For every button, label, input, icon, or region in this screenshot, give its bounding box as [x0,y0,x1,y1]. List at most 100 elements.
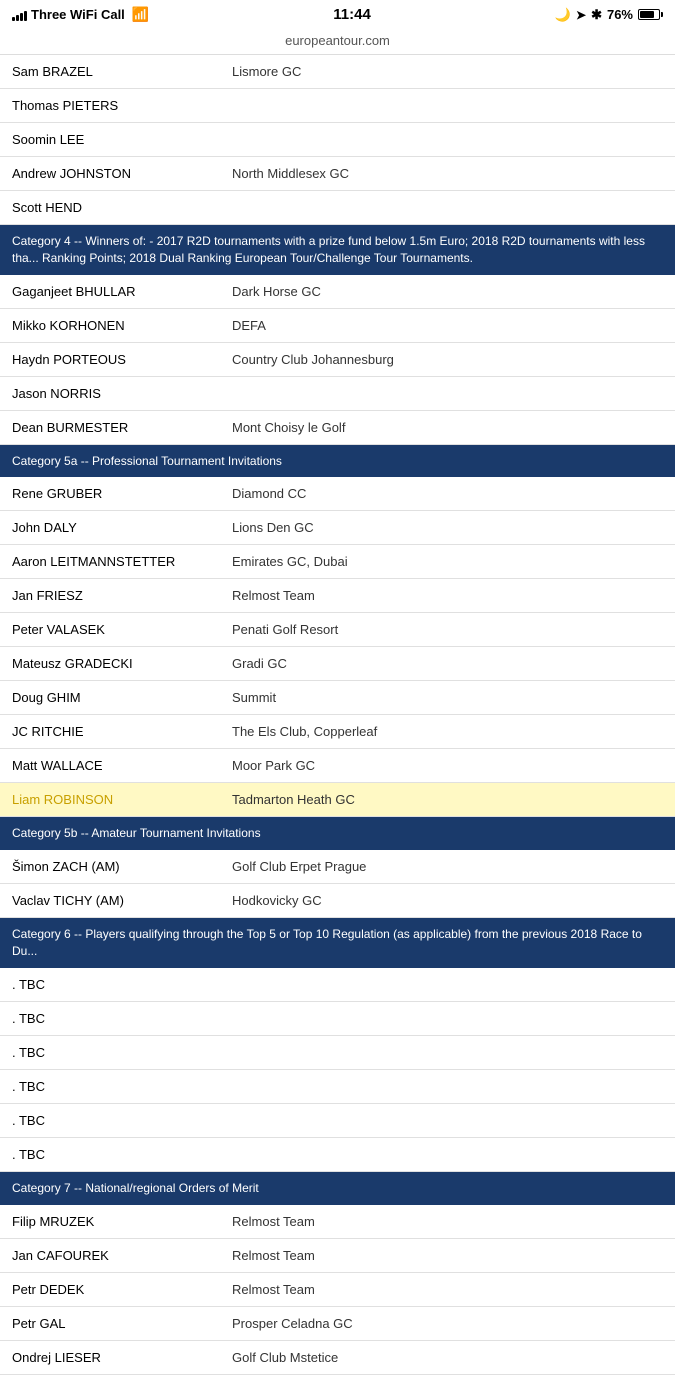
player-name: JC RITCHIE [12,724,232,739]
wifi-icon: 📶 [132,6,149,23]
player-name: Vaclav TICHY (AM) [12,893,232,908]
player-name: John DALY [12,520,232,535]
player-name: Andrew JOHNSTON [12,166,232,181]
table-row: Rene GRUBER Diamond CC [0,477,675,511]
table-row: Filip MRUZEK Relmost Team [0,1205,675,1239]
table-row-highlighted: Liam ROBINSON Tadmarton Heath GC [0,783,675,817]
tbc-row: . TBC [0,1036,675,1070]
player-club: Golf Club Mstetice [232,1350,663,1365]
player-name: Haydn PORTEOUS [12,352,232,367]
table-row: Mateusz GRADECKI Gradi GC [0,647,675,681]
moon-icon: 🌙 [555,7,571,23]
player-club: Prosper Celadna GC [232,1316,663,1331]
tbc-label: . TBC [12,1045,232,1060]
tbc-label: . TBC [12,1113,232,1128]
tbc-label: . TBC [12,977,232,992]
table-row: Jan CAFOUREK Relmost Team [0,1239,675,1273]
battery-percent: 76% [607,7,633,22]
player-club: Relmost Team [232,1282,663,1297]
player-club: Country Club Johannesburg [232,352,663,367]
status-right: 🌙 ➤ ✱ 76% [555,7,663,23]
category-header-4: Category 4 -- Winners of: - 2017 R2D tou… [0,225,675,275]
player-table: Sam BRAZEL Lismore GC Thomas PIETERS Soo… [0,55,675,1375]
player-name: Mateusz GRADECKI [12,656,232,671]
player-name: Thomas PIETERS [12,98,232,113]
table-row: Soomin LEE [0,123,675,157]
table-row: John DALY Lions Den GC [0,511,675,545]
player-name: Jan CAFOUREK [12,1248,232,1263]
url-bar[interactable]: europeantour.com [0,29,675,55]
table-row: Sam BRAZEL Lismore GC [0,55,675,89]
player-club: Penati Golf Resort [232,622,663,637]
table-row: JC RITCHIE The Els Club, Copperleaf [0,715,675,749]
player-name[interactable]: Liam ROBINSON [12,792,232,807]
player-club: Relmost Team [232,588,663,603]
location-icon: ➤ [576,8,586,22]
table-row: Doug GHIM Summit [0,681,675,715]
bluetooth-icon: ✱ [591,7,602,23]
player-name: Gaganjeet BHULLAR [12,284,232,299]
player-name: Mikko KORHONEN [12,318,232,333]
player-club: Moor Park GC [232,758,663,773]
table-row: Aaron LEITMANNSTETTER Emirates GC, Dubai [0,545,675,579]
tbc-label: . TBC [12,1011,232,1026]
player-club: Gradi GC [232,656,663,671]
player-name: Petr GAL [12,1316,232,1331]
tbc-row: . TBC [0,1070,675,1104]
table-row: Thomas PIETERS [0,89,675,123]
player-club: Diamond CC [232,486,663,501]
status-left: Three WiFi Call 📶 [12,6,149,23]
player-club: DEFA [232,318,663,333]
status-bar: Three WiFi Call 📶 11:44 🌙 ➤ ✱ 76% [0,0,675,29]
player-name: Ondrej LIESER [12,1350,232,1365]
player-club: Lismore GC [232,64,663,79]
table-row: Jan FRIESZ Relmost Team [0,579,675,613]
player-club: Golf Club Erpet Prague [232,859,663,874]
table-row: Dean BURMESTER Mont Choisy le Golf [0,411,675,445]
player-name: Šimon ZACH (AM) [12,859,232,874]
player-name: Aaron LEITMANNSTETTER [12,554,232,569]
player-name: Dean BURMESTER [12,420,232,435]
player-club: Relmost Team [232,1248,663,1263]
player-club: The Els Club, Copperleaf [232,724,663,739]
carrier-label: Three WiFi Call [31,7,125,22]
player-club: Tadmarton Heath GC [232,792,663,807]
tbc-label: . TBC [12,1079,232,1094]
tbc-row: . TBC [0,968,675,1002]
player-club: Emirates GC, Dubai [232,554,663,569]
table-row: Andrew JOHNSTON North Middlesex GC [0,157,675,191]
player-club: Summit [232,690,663,705]
player-name: Doug GHIM [12,690,232,705]
signal-icon [12,9,27,21]
player-name: Filip MRUZEK [12,1214,232,1229]
table-row: Matt WALLACE Moor Park GC [0,749,675,783]
tbc-row: . TBC [0,1138,675,1172]
player-name: Rene GRUBER [12,486,232,501]
table-row: Peter VALASEK Penati Golf Resort [0,613,675,647]
table-row: Petr DEDEK Relmost Team [0,1273,675,1307]
table-row: Jason NORRIS [0,377,675,411]
category-header-6: Category 6 -- Players qualifying through… [0,918,675,968]
table-row: Petr GAL Prosper Celadna GC [0,1307,675,1341]
category-header-5b: Category 5b -- Amateur Tournament Invita… [0,817,675,850]
player-name: Petr DEDEK [12,1282,232,1297]
player-club: Relmost Team [232,1214,663,1229]
player-name: Matt WALLACE [12,758,232,773]
table-row: Šimon ZACH (AM) Golf Club Erpet Prague [0,850,675,884]
table-row: Gaganjeet BHULLAR Dark Horse GC [0,275,675,309]
table-row: Vaclav TICHY (AM) Hodkovicky GC [0,884,675,918]
player-club: Dark Horse GC [232,284,663,299]
player-name: Scott HEND [12,200,232,215]
player-name: Sam BRAZEL [12,64,232,79]
player-club: Lions Den GC [232,520,663,535]
tbc-label: . TBC [12,1147,232,1162]
table-row: Ondrej LIESER Golf Club Mstetice [0,1341,675,1375]
player-name: Jan FRIESZ [12,588,232,603]
tbc-row: . TBC [0,1104,675,1138]
player-name: Soomin LEE [12,132,232,147]
player-name: Peter VALASEK [12,622,232,637]
player-name: Jason NORRIS [12,386,232,401]
table-row: Scott HEND [0,191,675,225]
table-row: Haydn PORTEOUS Country Club Johannesburg [0,343,675,377]
player-club: North Middlesex GC [232,166,663,181]
